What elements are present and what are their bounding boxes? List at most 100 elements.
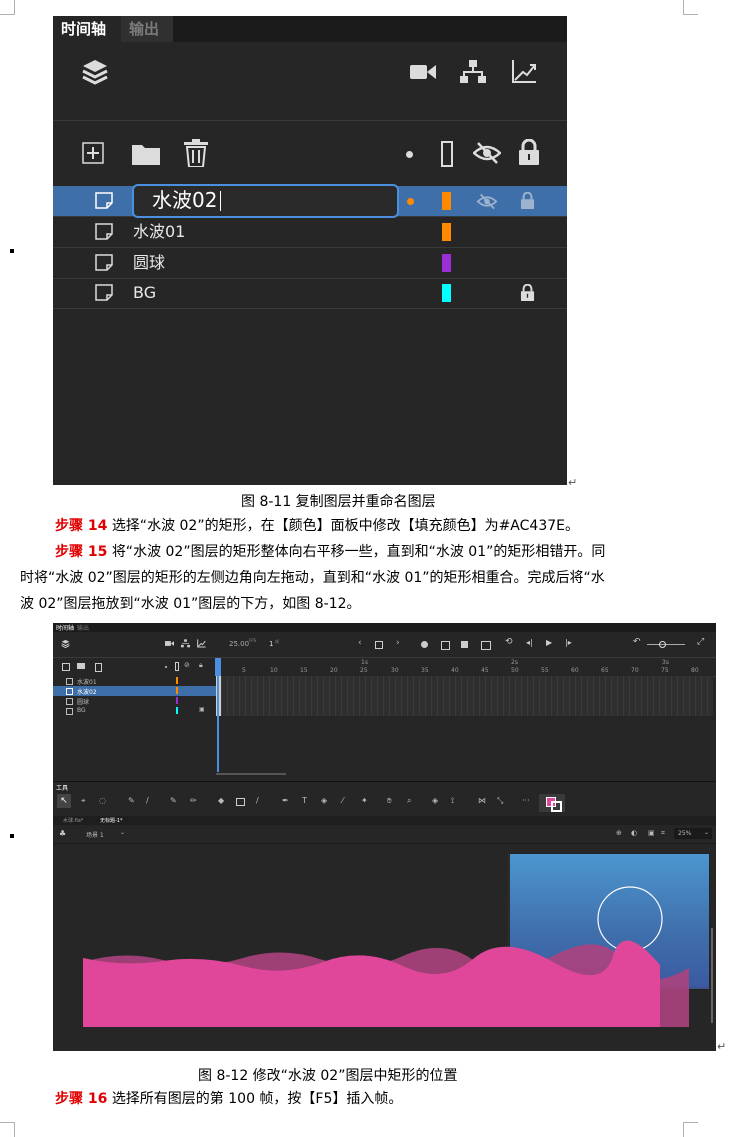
eraser-tool-icon[interactable]: ◆ xyxy=(218,796,224,805)
pencil-tool-icon[interactable]: ✏ xyxy=(190,796,197,805)
layer-row[interactable]: 水波01 xyxy=(53,676,216,686)
center-frame-icon[interactable] xyxy=(375,641,383,649)
layers-stack-icon[interactable] xyxy=(61,639,70,649)
fps-value[interactable]: 25.00 xyxy=(229,640,249,648)
lasso-tool-icon[interactable]: ◌ xyxy=(99,796,106,805)
layers-stack-icon[interactable] xyxy=(81,58,109,88)
tab-output[interactable]: 输出 xyxy=(121,16,173,42)
show-outline-icon[interactable] xyxy=(441,141,453,167)
graph-easing-icon[interactable] xyxy=(511,60,537,84)
camera-icon[interactable] xyxy=(165,640,174,647)
lock-icon[interactable]: 🔒︎ xyxy=(199,661,203,670)
scene-name[interactable]: 场景 1 xyxy=(86,830,104,839)
zoom-slider[interactable] xyxy=(647,644,685,645)
frame-ruler[interactable]: 1s 2s 3s 5 10 15 20 25 30 35 40 45 50 55… xyxy=(216,658,716,677)
selection-tool-icon[interactable]: ↖ xyxy=(57,794,71,808)
tab-output[interactable]: 输出 xyxy=(77,623,89,632)
layer-color-swatch[interactable] xyxy=(176,697,178,704)
bone-tool-icon[interactable]: ⟟ xyxy=(451,796,454,806)
subselect-tool-icon[interactable]: ⌖ xyxy=(81,796,86,806)
fluid-brush-tool-icon[interactable]: ✎ xyxy=(170,796,177,805)
visibility-eye-icon[interactable]: ⊘ xyxy=(184,661,190,669)
eyedropper-tool-icon[interactable]: ⁄ xyxy=(342,796,343,805)
paintbrush-tool-icon[interactable]: ✎ xyxy=(128,796,135,805)
layer-row[interactable]: 圆球 xyxy=(53,696,216,706)
text-tool-icon[interactable]: T xyxy=(302,796,307,805)
step-forward-icon[interactable]: |▸ xyxy=(565,638,572,647)
highlight-layers-dot-icon[interactable] xyxy=(406,151,413,158)
layer-rename-input[interactable]: 水波02 xyxy=(132,184,399,218)
fill-stroke-color-swatch[interactable] xyxy=(539,794,565,812)
create-tween-icon[interactable] xyxy=(481,641,491,650)
visibility-eye-icon[interactable] xyxy=(473,141,501,165)
layer-eye-icon[interactable] xyxy=(476,193,498,210)
highlight-layers-dot-icon[interactable] xyxy=(165,666,167,668)
play-icon[interactable]: ▶ xyxy=(546,638,552,647)
zoom-tool-icon[interactable]: ⌕ xyxy=(407,796,411,806)
zoom-slider-thumb[interactable] xyxy=(659,641,666,648)
onion-skin-icon[interactable] xyxy=(421,641,428,648)
prev-frame-icon[interactable]: ‹ xyxy=(358,638,362,648)
zoom-field[interactable]: 25% ⌄ xyxy=(674,828,712,839)
width-tool-icon[interactable]: ⋈ xyxy=(478,796,486,805)
frames-grid[interactable] xyxy=(216,676,713,716)
asset-warp-tool-icon[interactable]: ◈ xyxy=(432,796,438,805)
tab-timeline[interactable]: 时间轴 xyxy=(56,623,74,632)
document-tab-active[interactable]: 无标题-1* xyxy=(100,817,123,824)
show-outline-icon[interactable] xyxy=(175,662,179,671)
rectangle-tool-icon[interactable] xyxy=(236,798,245,806)
playhead-handle[interactable] xyxy=(215,658,221,676)
loop-icon[interactable]: ⟲ xyxy=(505,637,513,647)
current-frame[interactable]: 1 xyxy=(269,640,273,648)
hand-tool-icon[interactable]: ✋︎ xyxy=(387,796,392,806)
new-folder-icon[interactable] xyxy=(132,143,160,165)
lock-icon[interactable] xyxy=(518,139,540,165)
parenting-hierarchy-icon[interactable] xyxy=(181,639,190,648)
vertical-scrollbar[interactable] xyxy=(711,928,713,1023)
timeline-scrollbar[interactable] xyxy=(216,773,286,775)
step-back-icon[interactable]: ◂| xyxy=(526,638,533,647)
zoom-dropdown-chevron-icon[interactable]: ⌄ xyxy=(704,829,709,836)
expand-timeline-icon[interactable]: ⤢ xyxy=(697,637,704,647)
layer-color-swatch[interactable] xyxy=(442,254,451,272)
layer-color-swatch[interactable] xyxy=(176,677,178,684)
brush-tool-icon[interactable]: / xyxy=(146,796,149,805)
paint-bucket-tool-icon[interactable]: ◈ xyxy=(321,796,327,805)
edit-multiple-frames-icon[interactable] xyxy=(441,641,450,650)
convert-to-symbol-icon[interactable] xyxy=(461,641,468,648)
layer-row[interactable]: BG xyxy=(53,278,567,309)
layer-lock-icon[interactable]: ▣ xyxy=(199,706,205,713)
snap-icon[interactable]: ⊕ xyxy=(616,829,622,837)
fill-color-icon[interactable] xyxy=(551,801,562,812)
layer-color-swatch[interactable] xyxy=(442,192,451,210)
layer-lock-icon[interactable] xyxy=(520,192,535,209)
more-tools-icon[interactable]: ··· xyxy=(522,796,530,805)
layer-row[interactable]: BG ▣ xyxy=(53,706,216,716)
delete-layer-trash-icon[interactable] xyxy=(95,663,102,672)
pin-tool-icon[interactable]: ✦ xyxy=(361,796,368,805)
layer-lock-icon[interactable] xyxy=(520,284,535,301)
tab-timeline[interactable]: 时间轴 xyxy=(53,16,129,42)
camera-icon[interactable] xyxy=(410,62,436,82)
bind-tool-icon[interactable]: ⤡ xyxy=(497,796,503,806)
document-tab[interactable]: 水球.fla* xyxy=(63,817,83,824)
new-layer-icon[interactable] xyxy=(62,663,70,671)
layer-color-swatch[interactable] xyxy=(442,284,451,302)
layer-row-selected[interactable]: 水波02 xyxy=(53,686,216,696)
layer-color-swatch[interactable] xyxy=(176,707,178,714)
scene-dropdown-chevron-icon[interactable]: ⌄ xyxy=(120,829,125,836)
layer-row[interactable]: 水波01 xyxy=(53,217,567,248)
new-layer-icon[interactable] xyxy=(82,142,104,164)
undo-icon[interactable]: ↶ xyxy=(633,637,641,647)
graph-easing-icon[interactable] xyxy=(197,639,206,648)
layer-color-swatch[interactable] xyxy=(442,223,451,241)
layer-color-swatch[interactable] xyxy=(176,687,178,694)
rotate-icon[interactable]: ⌗ xyxy=(661,829,665,838)
parenting-hierarchy-icon[interactable] xyxy=(460,60,486,84)
next-frame-icon[interactable]: › xyxy=(396,638,400,648)
fit-stage-icon[interactable]: ▣ xyxy=(648,829,655,837)
pen-tool-icon[interactable]: ✒ xyxy=(282,796,289,805)
layer-row[interactable]: 圆球 xyxy=(53,248,567,279)
delete-layer-trash-icon[interactable] xyxy=(184,139,208,167)
clip-icon[interactable]: ◐ xyxy=(631,829,637,837)
